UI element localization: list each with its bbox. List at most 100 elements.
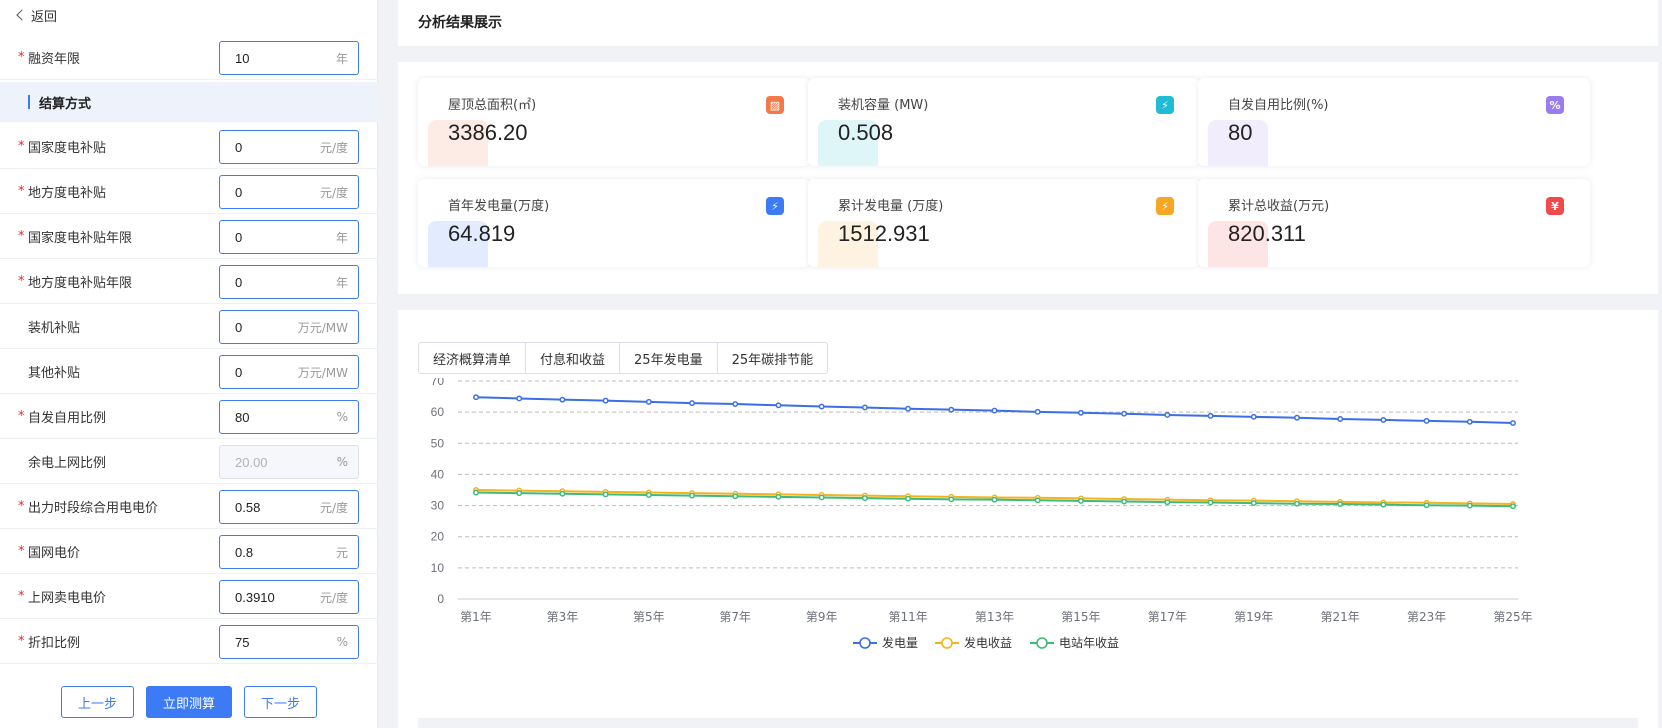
stat-value: 3386.20 (448, 120, 528, 145)
field-value: 0 (235, 274, 243, 290)
chart-tabs: 经济概算清单 付息和收益 25年发电量 25年碳排节能 (418, 342, 829, 374)
y-tick-label: 40 (431, 467, 445, 481)
legend-label: 发电收益 (964, 635, 1012, 650)
prev-step-button[interactable]: 上一步 (60, 686, 134, 718)
x-tick-label: 第23年 (1407, 610, 1446, 624)
field-input[interactable]: 0.58 元/度 (219, 490, 359, 524)
form-row: * 自发自用比例 80% (0, 394, 378, 439)
back-link[interactable]: 返回 (16, 4, 57, 26)
stat-label: 累计总收益(万元) (1228, 199, 1330, 214)
field-value: 20.00 (235, 454, 268, 470)
data-point (948, 496, 955, 503)
field-input[interactable]: 0年 (219, 220, 359, 254)
data-point (1164, 411, 1171, 418)
x-tick-label: 第7年 (719, 610, 751, 624)
field-label-text: 上网卖电电价 (28, 591, 107, 606)
required-mark: * (18, 409, 25, 424)
field-input[interactable]: 75% (219, 625, 359, 659)
field-value: 0 (235, 184, 243, 200)
field-label-text: 融资年限 (28, 52, 81, 67)
field-value: 0.58 (235, 499, 261, 515)
field-value: 0 (235, 364, 243, 380)
legend-marker (941, 637, 953, 649)
field-input[interactable]: 0.8 元 (219, 535, 359, 569)
data-point (1034, 497, 1041, 504)
y-tick-label: 10 (431, 561, 445, 575)
data-point (905, 405, 912, 412)
stat-tile: 屋顶总面积(㎡) 3386.20 ▨ (418, 78, 810, 166)
data-point (818, 403, 825, 410)
field-input[interactable]: 0年 (219, 265, 359, 299)
data-point (991, 496, 998, 503)
field-label-text: 地方度电补贴 (28, 186, 107, 201)
stat-tile: 首年发电量(万度) 64.819 ⚡ (418, 179, 810, 267)
legend-marker (1036, 637, 1048, 649)
data-point (1380, 416, 1387, 423)
field-input[interactable]: 0 万元/MW (219, 310, 359, 344)
data-point (516, 395, 523, 402)
chart-tab[interactable]: 25年碳排节能 (718, 343, 828, 373)
field-input[interactable]: 10 年 (219, 41, 359, 75)
field-input[interactable]: 0 万元/MW (219, 355, 359, 389)
field-unit: % (336, 455, 348, 469)
chart-tab[interactable]: 付息和收益 (526, 343, 621, 373)
data-point (775, 493, 782, 500)
x-tick-label: 第17年 (1148, 610, 1187, 624)
field-value: 0 (235, 319, 243, 335)
data-point (602, 491, 609, 498)
data-point (1077, 497, 1084, 504)
field-label: 余电上网比例 (18, 439, 106, 484)
data-point (1510, 503, 1516, 510)
x-tick-label: 第11年 (888, 610, 927, 624)
data-point (1121, 410, 1128, 417)
field-input[interactable]: 0 元/度 (219, 175, 359, 209)
data-point (689, 400, 695, 407)
data-point (1207, 412, 1214, 419)
field-input[interactable]: 0.3910 元/度 (219, 580, 359, 614)
data-point (1337, 416, 1344, 422)
data-point (948, 406, 955, 413)
field-unit: 元/度 (319, 500, 348, 515)
money-bag-icon: ¥ (1546, 197, 1564, 215)
field-label-text: 其他补贴 (28, 366, 81, 381)
battery-icon: ⚡ (1156, 96, 1174, 114)
required-mark: * (18, 184, 25, 199)
data-point (1466, 418, 1473, 425)
data-point (1423, 417, 1430, 424)
data-point (991, 407, 998, 414)
field-value: 0 (235, 139, 243, 155)
field-input[interactable]: 0 元/度 (219, 130, 359, 164)
stat-value: 0.508 (838, 120, 894, 145)
field-unit: 元/度 (319, 590, 348, 605)
form-row: 其他补贴 0 万元/MW (0, 349, 378, 394)
stat-label: 装机容量 (MW) (838, 98, 929, 113)
chart-tab[interactable]: 25年发电量 (620, 343, 718, 373)
next-step-button[interactable]: 下一步 (244, 686, 318, 718)
field-label: 其他补贴 (18, 349, 80, 394)
field-label: * 融资年限 (18, 35, 80, 80)
field-input[interactable]: 80% (219, 400, 359, 434)
legend-marker (859, 637, 871, 649)
field-unit: 元 (335, 545, 348, 560)
calculate-button[interactable]: 立即测算 (145, 686, 232, 718)
stat-tile: 累计发电量 (万度) 1512.931 ⚡ (808, 179, 1200, 267)
y-tick-label: 0 (437, 592, 444, 606)
stat-value: 1512.931 (838, 221, 930, 246)
data-point (732, 401, 739, 407)
field-unit: % (336, 635, 348, 649)
form-row: 余电上网比例 20.00% (0, 439, 378, 484)
data-point (1077, 409, 1084, 416)
form-row: * 上网卖电电价 0.3910 元/度 (0, 574, 378, 619)
data-point (905, 495, 912, 502)
percent-icon: % (1546, 96, 1564, 114)
chart-tab[interactable]: 经济概算清单 (419, 343, 527, 373)
field-label-text: 自发自用比例 (28, 411, 107, 426)
field-unit: 万元/MW (297, 320, 348, 335)
required-mark: * (18, 499, 25, 514)
data-point (473, 489, 479, 496)
field-label: 装机补贴 (18, 304, 80, 349)
field-unit: % (336, 410, 348, 424)
data-point (645, 398, 652, 405)
data-point (1294, 414, 1300, 421)
stats-card: 屋顶总面积(㎡) 3386.20 ▨ 装机容量 (MW) 0.508 ⚡ 自发自用比例(%)… (398, 62, 1658, 294)
